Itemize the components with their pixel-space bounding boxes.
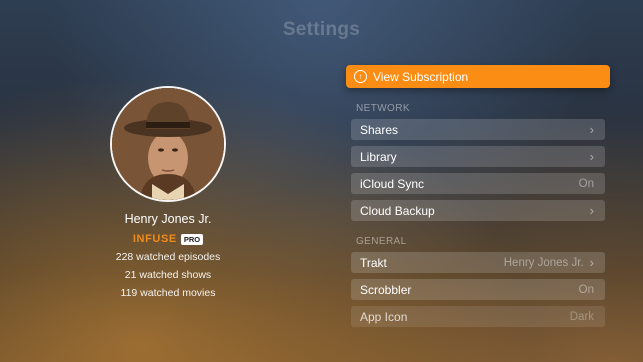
- row-value: Henry Jones Jr.: [503, 256, 584, 269]
- row-label: App Icon: [360, 309, 408, 324]
- chevron-right-icon: ›: [589, 149, 594, 164]
- profile-panel: Henry Jones Jr. INFUSE PRO 228 watched e…: [68, 88, 268, 299]
- view-subscription-label: View Subscription: [373, 69, 469, 84]
- row-label: Cloud Backup: [360, 203, 435, 218]
- row-value: Dark: [569, 310, 594, 323]
- brand-row: INFUSE PRO: [68, 233, 268, 245]
- general-rows: Trakt Henry Jones Jr. › Scrobbler On App…: [351, 252, 605, 327]
- settings-row-shares[interactable]: Shares ›: [351, 119, 605, 140]
- avatar: [112, 88, 224, 200]
- stat-movies: 119 watched movies: [120, 287, 216, 299]
- row-label: Library: [360, 149, 397, 164]
- row-value: On: [578, 177, 594, 190]
- brand-logo: INFUSE: [132, 233, 177, 245]
- view-subscription-button[interactable]: ↑ View Subscription: [346, 65, 610, 88]
- chevron-right-icon: ›: [589, 203, 594, 218]
- settings-list: ↑ View Subscription NETWORK Shares › Lib…: [346, 65, 610, 333]
- row-label: Scrobbler: [360, 282, 412, 297]
- settings-row-trakt[interactable]: Trakt Henry Jones Jr. ›: [351, 252, 605, 273]
- stat-shows: 21 watched shows: [124, 269, 212, 281]
- profile-name: Henry Jones Jr.: [124, 212, 212, 226]
- row-label: Shares: [360, 122, 399, 137]
- row-value: On: [578, 283, 594, 296]
- profile-photo-icon: [112, 88, 224, 200]
- stat-episodes: 228 watched episodes: [115, 251, 221, 263]
- settings-row-scrobbler[interactable]: Scrobbler On: [351, 279, 605, 300]
- pro-badge: PRO: [180, 233, 204, 245]
- page-title: Settings: [282, 19, 361, 40]
- settings-row-library[interactable]: Library ›: [351, 146, 605, 167]
- settings-row-cloud-backup[interactable]: Cloud Backup ›: [351, 200, 605, 221]
- network-rows: Shares › Library › iCloud Sync On Cloud …: [351, 119, 605, 221]
- subscription-icon: ↑: [354, 70, 367, 83]
- settings-row-app-icon[interactable]: App Icon Dark: [351, 306, 605, 327]
- settings-row-icloud-sync[interactable]: iCloud Sync On: [351, 173, 605, 194]
- chevron-right-icon: ›: [589, 255, 594, 270]
- row-label: iCloud Sync: [360, 176, 425, 191]
- section-header-network: NETWORK: [356, 103, 410, 114]
- chevron-right-icon: ›: [589, 122, 594, 137]
- section-header-general: GENERAL: [356, 236, 407, 247]
- row-label: Trakt: [360, 255, 387, 270]
